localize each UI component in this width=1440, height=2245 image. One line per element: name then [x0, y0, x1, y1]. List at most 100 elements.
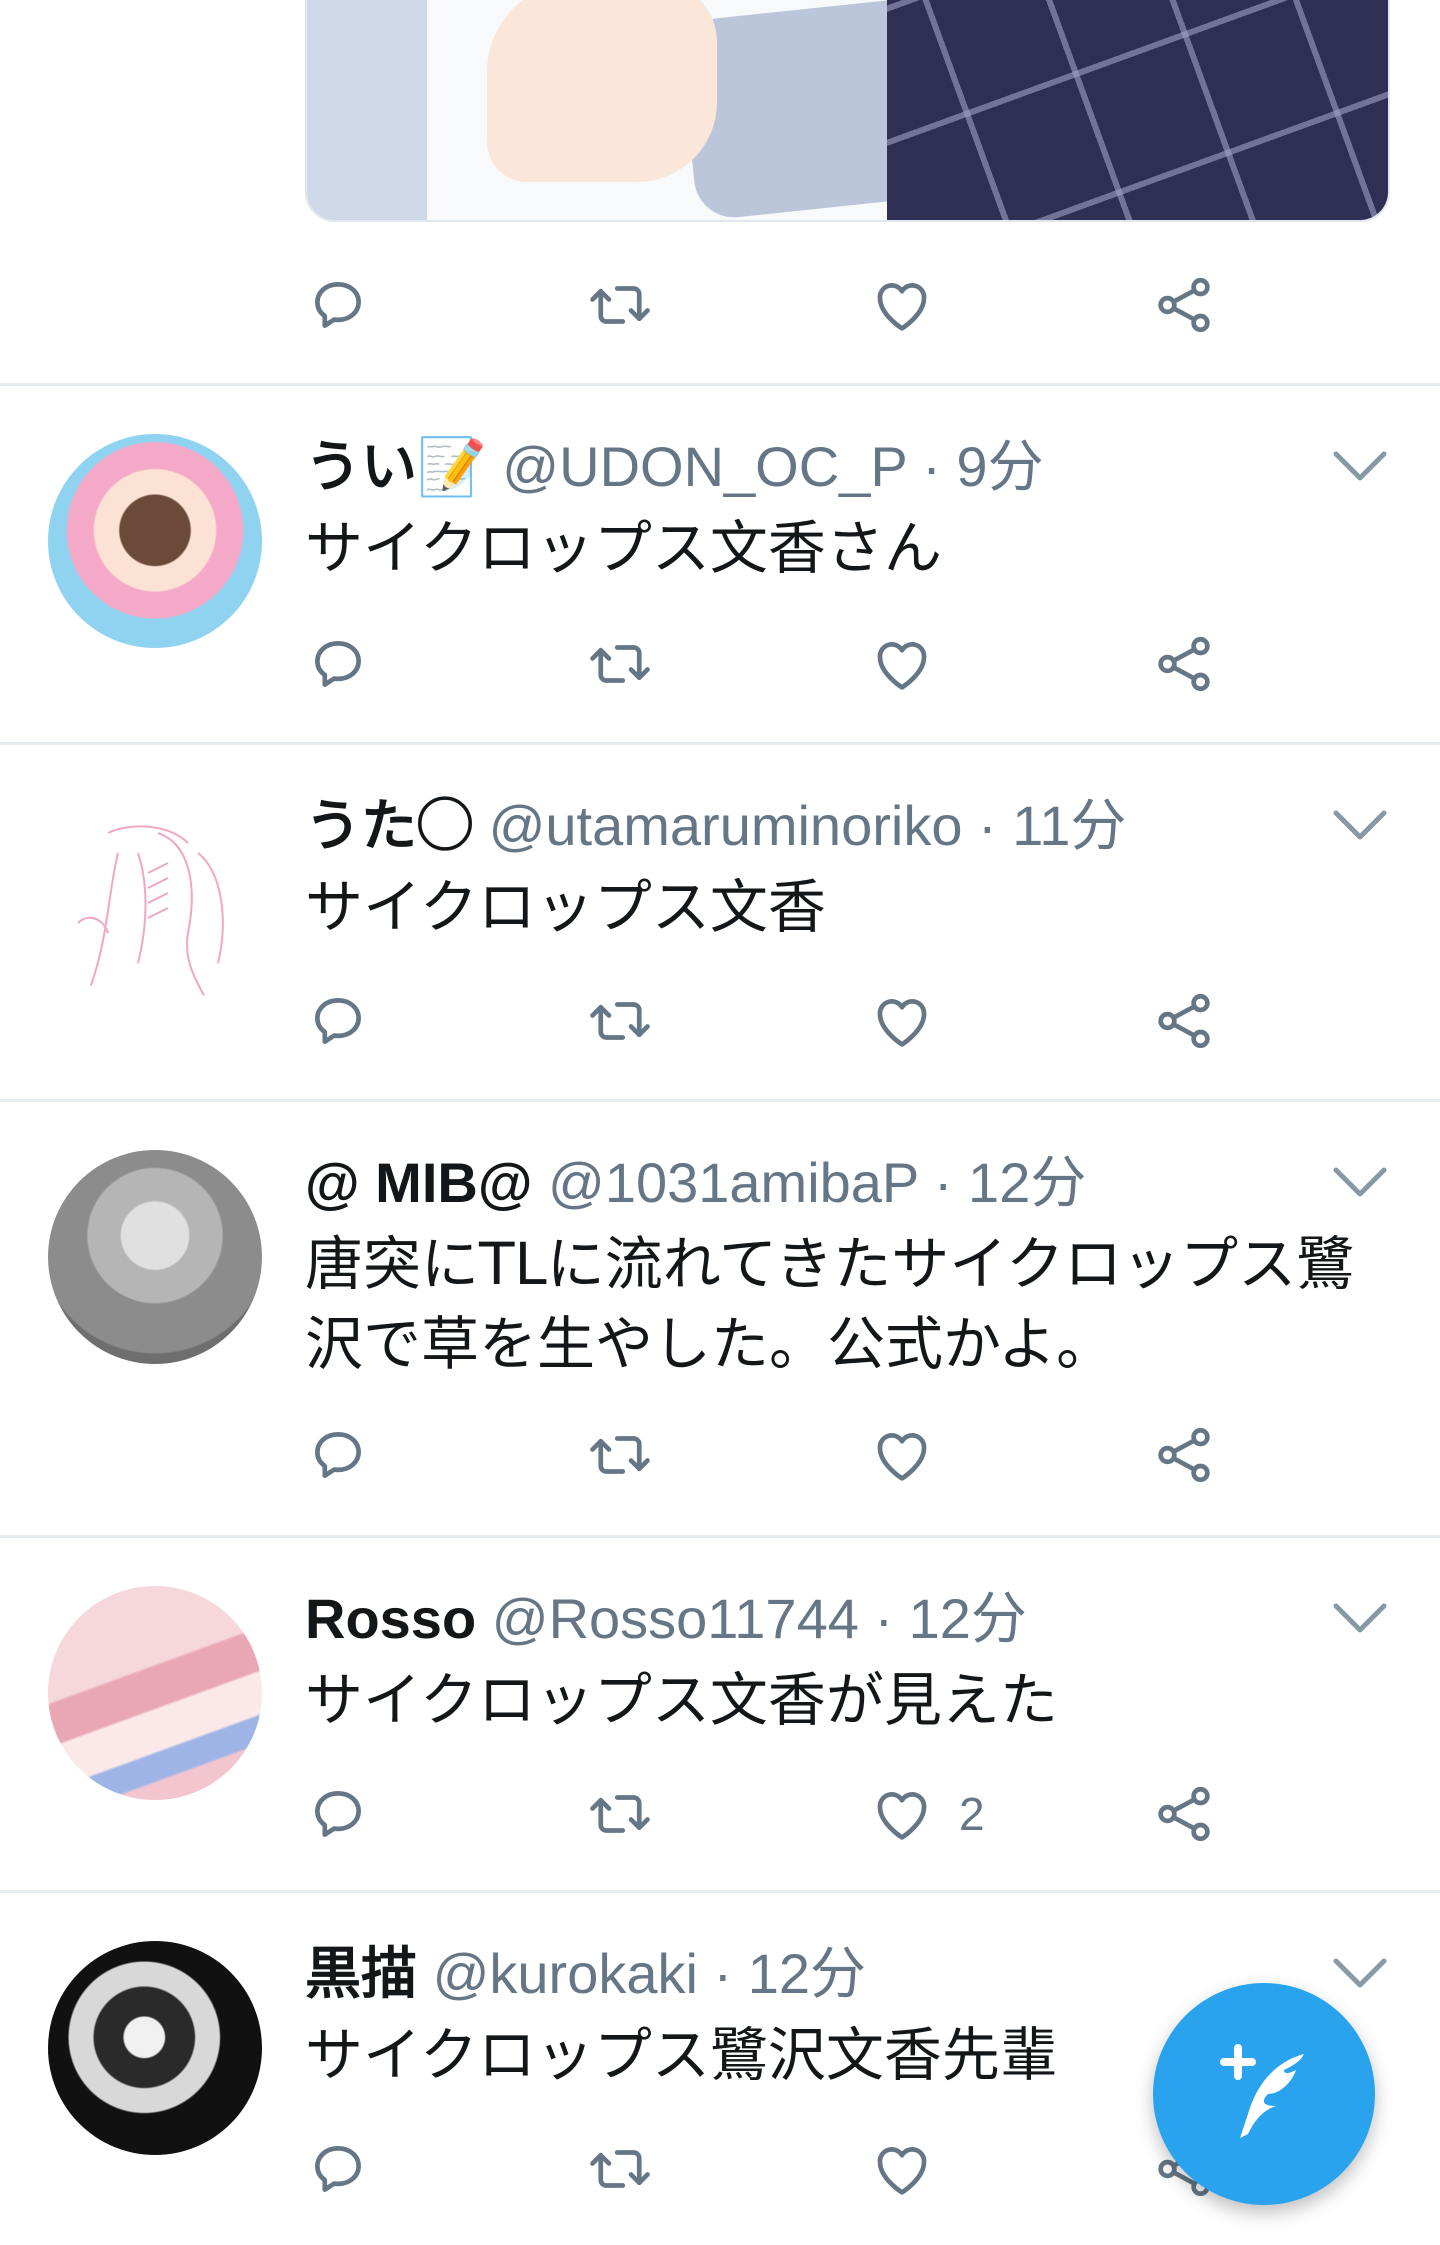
tweet-time: · 11分 [978, 794, 1127, 857]
more-options-button[interactable] [1330, 1162, 1390, 1202]
share-button[interactable] [1151, 986, 1217, 1056]
tweet-text-line: 沢で草を生やした。公式かよ。 [305, 1310, 1115, 1378]
reply-button[interactable] [305, 629, 371, 699]
tweet-header: うい📝 @UDON_OC_P · 9分 [305, 432, 1044, 502]
heart-icon [869, 631, 935, 697]
tweet-text-line: 唐突にTLに流れてきたサイクロップス鷺 [305, 1230, 1355, 1298]
user-handle[interactable]: @utamaruminoriko [489, 794, 963, 857]
chevron-down-icon [1330, 1953, 1390, 1993]
reply-icon [305, 631, 371, 697]
share-button[interactable] [1151, 270, 1217, 340]
reply-icon [305, 988, 371, 1054]
like-button[interactable] [869, 986, 935, 1056]
share-icon [1151, 631, 1217, 697]
tweet-header: うた◯ @utamaruminoriko · 11分 [305, 791, 1126, 861]
display-name[interactable]: うた◯ [305, 794, 473, 857]
display-name[interactable]: 黒描 [305, 1942, 417, 2005]
share-button[interactable] [1151, 1420, 1217, 1490]
display-name[interactable]: うい📝 [305, 435, 487, 498]
display-name[interactable]: @ MIB@ [305, 1151, 532, 1214]
divider [0, 383, 1440, 386]
tweet-text: サイクロップス文香 [305, 873, 826, 941]
divider [0, 742, 1440, 745]
more-options-button[interactable] [1330, 1953, 1390, 1993]
retweet-icon [587, 1422, 653, 1488]
retweet-icon [587, 272, 653, 338]
compose-tweet-button[interactable] [1153, 1983, 1375, 2205]
divider [0, 1890, 1440, 1893]
display-name[interactable]: Rosso [305, 1587, 476, 1650]
reply-button[interactable] [305, 270, 371, 340]
retweet-button[interactable] [587, 2134, 653, 2204]
avatar[interactable] [48, 1941, 262, 2155]
like-button[interactable]: 2 [869, 1779, 985, 1849]
tweet-time: · 9分 [922, 435, 1044, 498]
share-button[interactable] [1151, 629, 1217, 699]
retweet-button[interactable] [587, 986, 653, 1056]
tweet-text: サイクロップス文香さん [305, 514, 942, 582]
heart-icon [869, 1781, 935, 1847]
chevron-down-icon [1330, 1598, 1390, 1638]
reply-icon [305, 1422, 371, 1488]
media-hand [487, 0, 717, 182]
tweet-media-image[interactable] [305, 0, 1390, 222]
reply-icon [305, 1781, 371, 1847]
retweet-button[interactable] [587, 270, 653, 340]
tweet-actions: 2 [305, 1779, 1235, 1849]
share-icon [1151, 272, 1217, 338]
tweet-actions [305, 2134, 1235, 2204]
reply-button[interactable] [305, 1779, 371, 1849]
avatar[interactable] [48, 1586, 262, 1800]
user-handle[interactable]: @1031amibaP [548, 1151, 918, 1214]
tweet-header: @ MIB@ @1031amibaP · 12分 [305, 1148, 1086, 1218]
chevron-down-icon [1330, 1162, 1390, 1202]
tweet-header: 黒描 @kurokaki · 12分 [305, 1939, 866, 2009]
heart-icon [869, 272, 935, 338]
reply-button[interactable] [305, 1420, 371, 1490]
reply-icon [305, 2136, 371, 2202]
avatar[interactable] [48, 793, 262, 1007]
user-handle[interactable]: @Rosso11744 [492, 1587, 859, 1650]
retweet-button[interactable] [587, 629, 653, 699]
tweet-time: · 12分 [933, 1151, 1087, 1214]
retweet-button[interactable] [587, 1779, 653, 1849]
retweet-button[interactable] [587, 1420, 653, 1490]
retweet-icon [587, 1781, 653, 1847]
like-button[interactable] [869, 2134, 935, 2204]
heart-icon [869, 2136, 935, 2202]
more-options-button[interactable] [1330, 1598, 1390, 1638]
retweet-icon [587, 631, 653, 697]
tweet-time: · 12分 [874, 1587, 1027, 1650]
retweet-icon [587, 988, 653, 1054]
like-button[interactable] [869, 629, 935, 699]
retweet-icon [587, 2136, 653, 2202]
heart-icon [869, 988, 935, 1054]
like-count: 2 [959, 1788, 985, 1840]
share-icon [1151, 1422, 1217, 1488]
tweet-actions [305, 270, 1235, 340]
chevron-down-icon [1330, 805, 1390, 845]
more-options-button[interactable] [1330, 805, 1390, 845]
tweet-actions [305, 629, 1235, 699]
tweet-time: · 12分 [713, 1942, 867, 2005]
user-handle[interactable]: @kurokaki [433, 1942, 698, 2005]
like-button[interactable] [869, 270, 935, 340]
heart-icon [869, 1422, 935, 1488]
media-sleeve [307, 0, 427, 220]
reply-button[interactable] [305, 2134, 371, 2204]
tweet-text: 唐突にTLに流れてきたサイクロップス鷺 沢で草を生やした。公式かよ。 [305, 1224, 1405, 1384]
avatar[interactable] [48, 434, 262, 648]
tweet-text: サイクロップス文香が見えた [305, 1666, 1058, 1734]
divider [0, 1535, 1440, 1538]
user-handle[interactable]: @UDON_OC_P [502, 435, 906, 498]
reply-button[interactable] [305, 986, 371, 1056]
reply-icon [305, 272, 371, 338]
chevron-down-icon [1330, 446, 1390, 486]
more-options-button[interactable] [1330, 446, 1390, 486]
like-button[interactable] [869, 1420, 935, 1490]
compose-tweet-icon [1220, 2044, 1304, 2138]
tweet-actions [305, 986, 1235, 1056]
share-button[interactable] [1151, 1779, 1217, 1849]
avatar[interactable] [48, 1150, 262, 1364]
share-icon [1151, 1781, 1217, 1847]
